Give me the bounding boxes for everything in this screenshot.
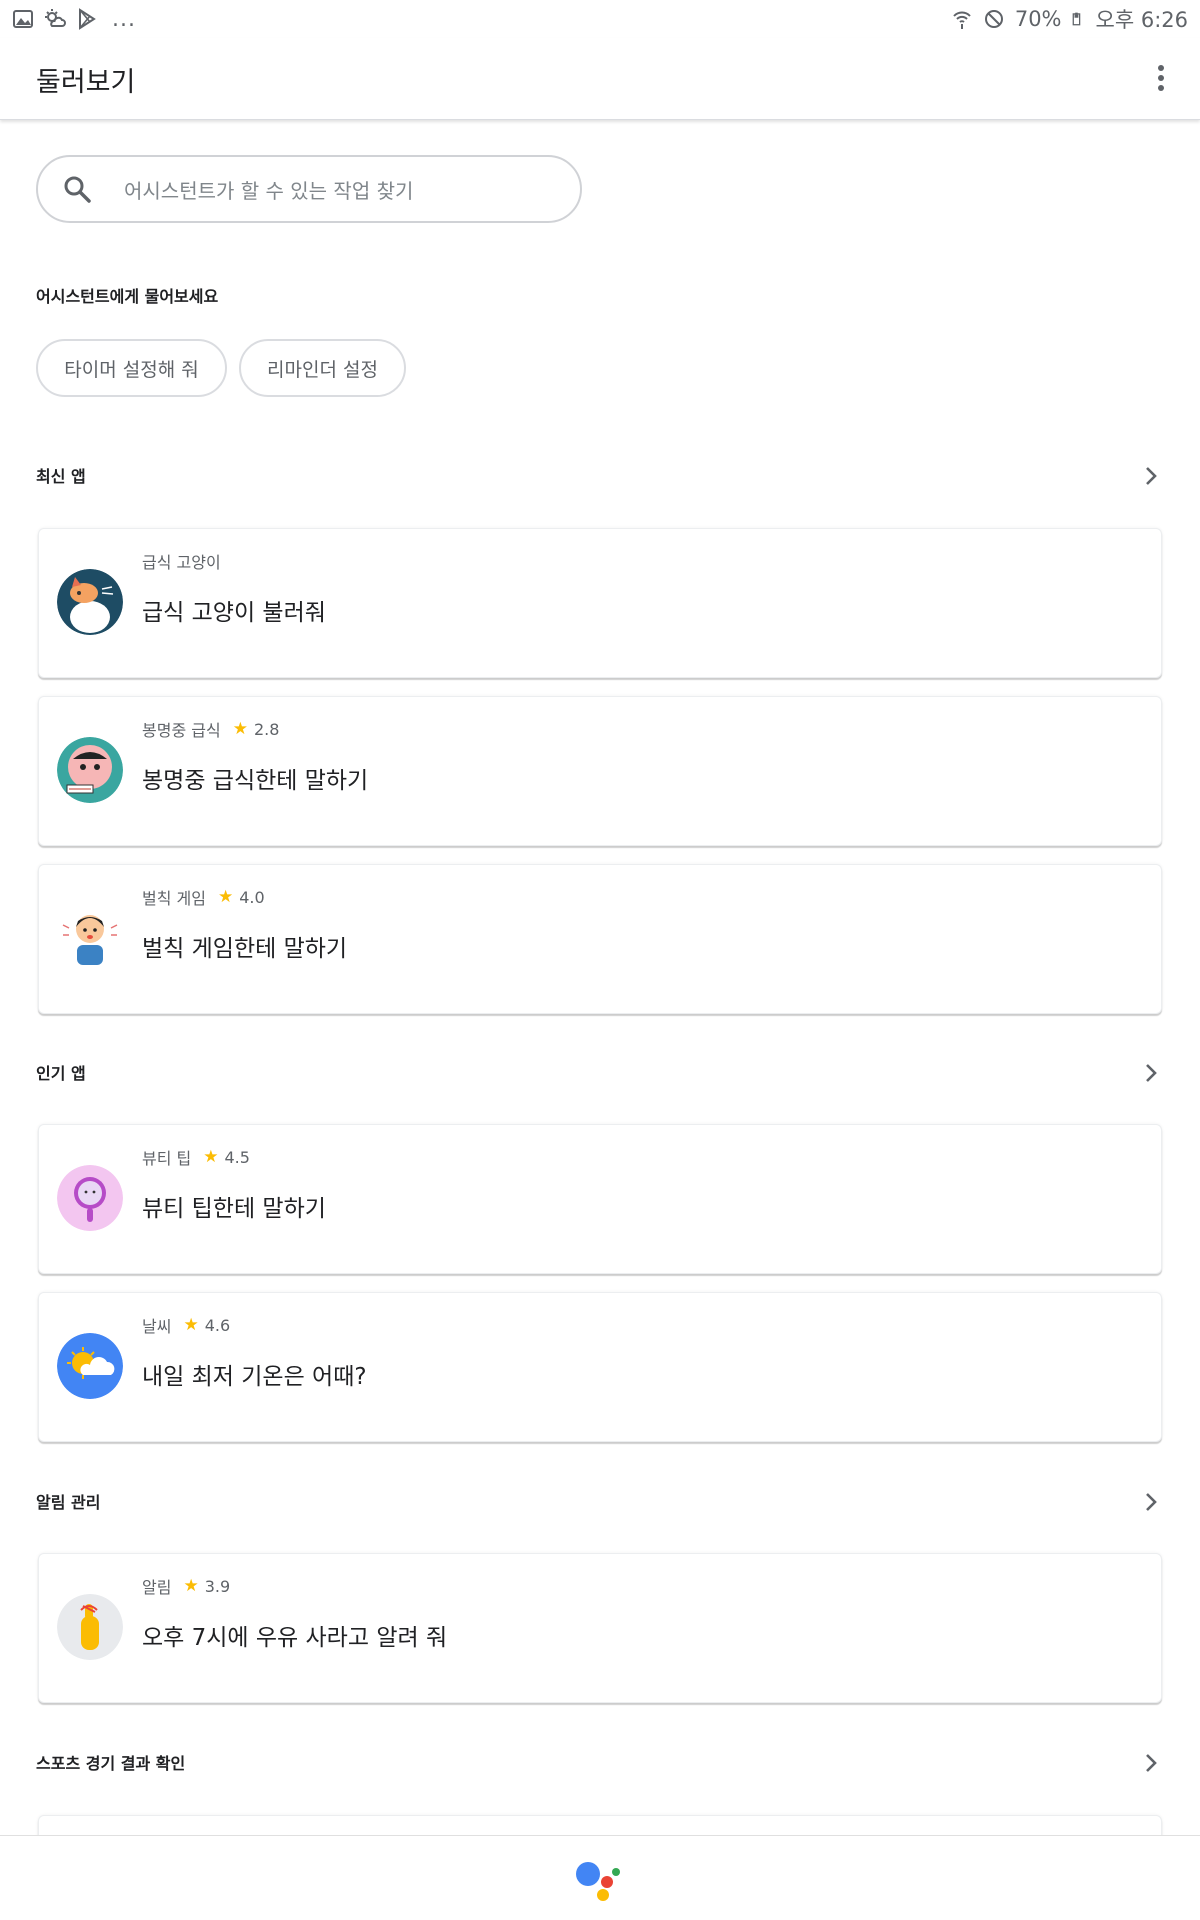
card-meta: 알림 ★ 3.9 [142, 1574, 230, 1598]
section-label-new-apps: 최신 앱 [36, 467, 86, 486]
card-app-name: 알림 [142, 1578, 172, 1597]
status-time: 오후 6:26 [1095, 8, 1188, 32]
chevron-right-icon[interactable] [1140, 1752, 1162, 1774]
card-rating: 2.8 [253, 719, 280, 739]
google-assistant-icon[interactable] [574, 1856, 626, 1902]
weather-icon [45, 9, 66, 27]
action-card[interactable]: 알림 ★ 3.9 오후 7시에 우유 사라고 알려 줘 [38, 1553, 1162, 1703]
chevron-right-icon[interactable] [1140, 1062, 1162, 1084]
meal-avatar [57, 737, 123, 803]
card-app-name: 날씨 [142, 1317, 172, 1336]
star-icon: ★ [203, 1147, 219, 1167]
star-icon: ★ [183, 1315, 199, 1335]
mirror-avatar [57, 1165, 123, 1231]
weather-avatar [57, 1333, 123, 1399]
more-vert-dot [1158, 85, 1164, 91]
action-card[interactable]: 급식 고양이 급식 고양이 불러줘 [38, 528, 1162, 678]
section-label-sports: 스포츠 경기 결과 확인 [36, 1754, 186, 1773]
chip-set-reminder[interactable]: 리마인더 설정 [239, 339, 406, 397]
card-meta: 급식 고양이 [142, 549, 221, 573]
play-store-icon [79, 8, 96, 30]
chip-set-timer[interactable]: 타이머 설정해 줘 [36, 339, 227, 397]
card-rating: 3.9 [204, 1576, 231, 1596]
more-vert-icon [1158, 65, 1164, 71]
action-card[interactable]: 봉명중 급식 ★ 2.8 봉명중 급식한테 말하기 [38, 696, 1162, 846]
reminder-avatar [57, 1594, 123, 1660]
more-options-button[interactable] [1146, 58, 1176, 98]
card-rating: 4.6 [204, 1315, 231, 1335]
boy-avatar [57, 905, 123, 971]
chevron-right-icon[interactable] [1140, 1491, 1162, 1513]
battery-icon [1072, 12, 1080, 26]
card-title: 내일 최저 기온은 어때? [142, 1364, 367, 1390]
star-icon: ★ [232, 719, 248, 739]
search-placeholder: 어시스턴트가 할 수 있는 작업 찾기 [124, 178, 414, 203]
card-meta: 뷰티 팁 ★ 4.5 [142, 1145, 250, 1169]
chevron-right-icon[interactable] [1140, 465, 1162, 487]
action-card[interactable]: 날씨 ★ 4.6 내일 최저 기온은 어때? [38, 1292, 1162, 1442]
ask-assistant-label: 어시스턴트에게 물어보세요 [36, 287, 219, 306]
card-meta: 봉명중 급식 ★ 2.8 [142, 717, 279, 741]
card-app-name: 봉명중 급식 [142, 721, 221, 740]
card-meta: 날씨 ★ 4.6 [142, 1313, 230, 1337]
section-label-popular-apps: 인기 앱 [36, 1064, 86, 1083]
app-bar: 둘러보기 [0, 38, 1200, 120]
action-card[interactable]: 뷰티 팁 ★ 4.5 뷰티 팁한테 말하기 [38, 1124, 1162, 1274]
status-overflow: ... [112, 6, 136, 32]
status-bar-right: 70% 오후 6:26 [951, 4, 1188, 34]
search-icon [64, 176, 91, 203]
wifi-hotspot-icon [953, 11, 971, 29]
card-meta: 벌칙 게임 ★ 4.0 [142, 885, 265, 909]
status-bar: ... 70% 오후 6:26 [0, 0, 1200, 38]
do-not-disturb-icon [984, 10, 1003, 28]
page-title: 둘러보기 [36, 67, 136, 98]
card-title: 벌칙 게임한테 말하기 [142, 936, 348, 962]
bottom-bar [0, 1835, 1200, 1920]
star-icon: ★ [183, 1576, 199, 1596]
gallery-icon [13, 10, 33, 28]
card-app-name: 벌칙 게임 [142, 889, 206, 908]
cat-avatar [57, 569, 123, 635]
card-title: 뷰티 팁한테 말하기 [142, 1196, 326, 1222]
card-title: 봉명중 급식한테 말하기 [142, 768, 369, 794]
section-label-reminders: 알림 관리 [36, 1493, 101, 1512]
card-title: 오후 7시에 우유 사라고 알려 줘 [142, 1625, 448, 1651]
action-card[interactable]: 벌칙 게임 ★ 4.0 벌칙 게임한테 말하기 [38, 864, 1162, 1014]
card-rating: 4.5 [224, 1147, 250, 1167]
star-icon: ★ [217, 887, 234, 907]
card-app-name: 급식 고양이 [142, 553, 221, 572]
battery-percent: 70% [1014, 7, 1062, 31]
card-title: 급식 고양이 불러줘 [142, 600, 326, 626]
more-vert-dot [1158, 75, 1164, 81]
search-input[interactable]: 어시스턴트가 할 수 있는 작업 찾기 [36, 155, 582, 223]
card-rating: 4.0 [239, 887, 265, 907]
status-bar-left: ... [12, 7, 136, 32]
card-app-name: 뷰티 팁 [142, 1149, 192, 1168]
